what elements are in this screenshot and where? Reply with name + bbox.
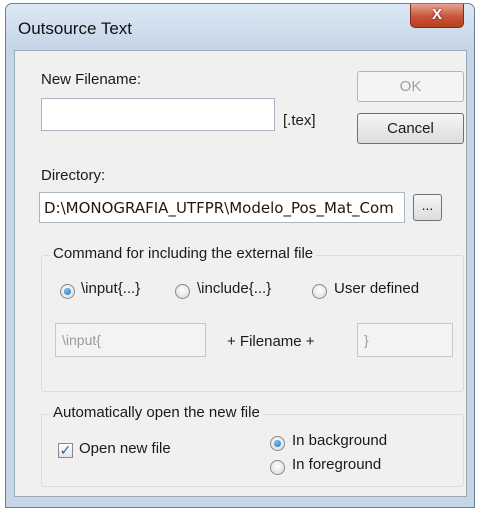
command-suffix-input[interactable] bbox=[357, 323, 453, 357]
close-icon: X bbox=[431, 6, 442, 23]
radio-in-background-label[interactable]: In background bbox=[292, 432, 387, 449]
radio-input-command-label[interactable]: \input{...} bbox=[81, 280, 140, 297]
radio-user-defined[interactable] bbox=[312, 284, 327, 299]
directory-input[interactable] bbox=[39, 192, 405, 223]
radio-in-background[interactable] bbox=[270, 436, 285, 451]
filename-input[interactable] bbox=[41, 98, 275, 131]
title-bar[interactable]: Outsource Text X bbox=[6, 4, 474, 50]
radio-in-foreground[interactable] bbox=[270, 460, 285, 475]
radio-in-foreground-label[interactable]: In foreground bbox=[292, 456, 381, 473]
command-group-title: Command for including the external file bbox=[50, 245, 317, 262]
open-new-file-checkbox[interactable]: ✓ bbox=[58, 443, 73, 458]
filename-plus-label: + Filename + bbox=[227, 333, 315, 350]
filename-label: New Filename: bbox=[41, 71, 142, 88]
window-title: Outsource Text bbox=[18, 19, 133, 38]
radio-input-command[interactable] bbox=[60, 284, 75, 299]
close-button[interactable]: X bbox=[410, 4, 464, 28]
open-new-file-label[interactable]: Open new file bbox=[79, 440, 171, 457]
checkmark-icon: ✓ bbox=[59, 442, 72, 458]
command-prefix-input[interactable] bbox=[55, 323, 206, 357]
radio-include-command[interactable] bbox=[175, 284, 190, 299]
open-file-group-title: Automatically open the new file bbox=[50, 404, 263, 421]
directory-label: Directory: bbox=[41, 167, 106, 184]
ok-button[interactable]: OK bbox=[357, 71, 464, 102]
radio-include-command-label[interactable]: \include{...} bbox=[197, 280, 271, 297]
radio-user-defined-label[interactable]: User defined bbox=[334, 280, 419, 297]
filename-extension: [.tex] bbox=[283, 112, 316, 129]
cancel-button[interactable]: Cancel bbox=[357, 113, 464, 144]
dialog-client-area: New Filename: [.tex] OK Cancel Directory… bbox=[14, 50, 467, 497]
browse-button[interactable]: ... bbox=[413, 194, 442, 221]
dialog-window: Outsource Text X New Filename: [.tex] OK… bbox=[5, 3, 475, 508]
